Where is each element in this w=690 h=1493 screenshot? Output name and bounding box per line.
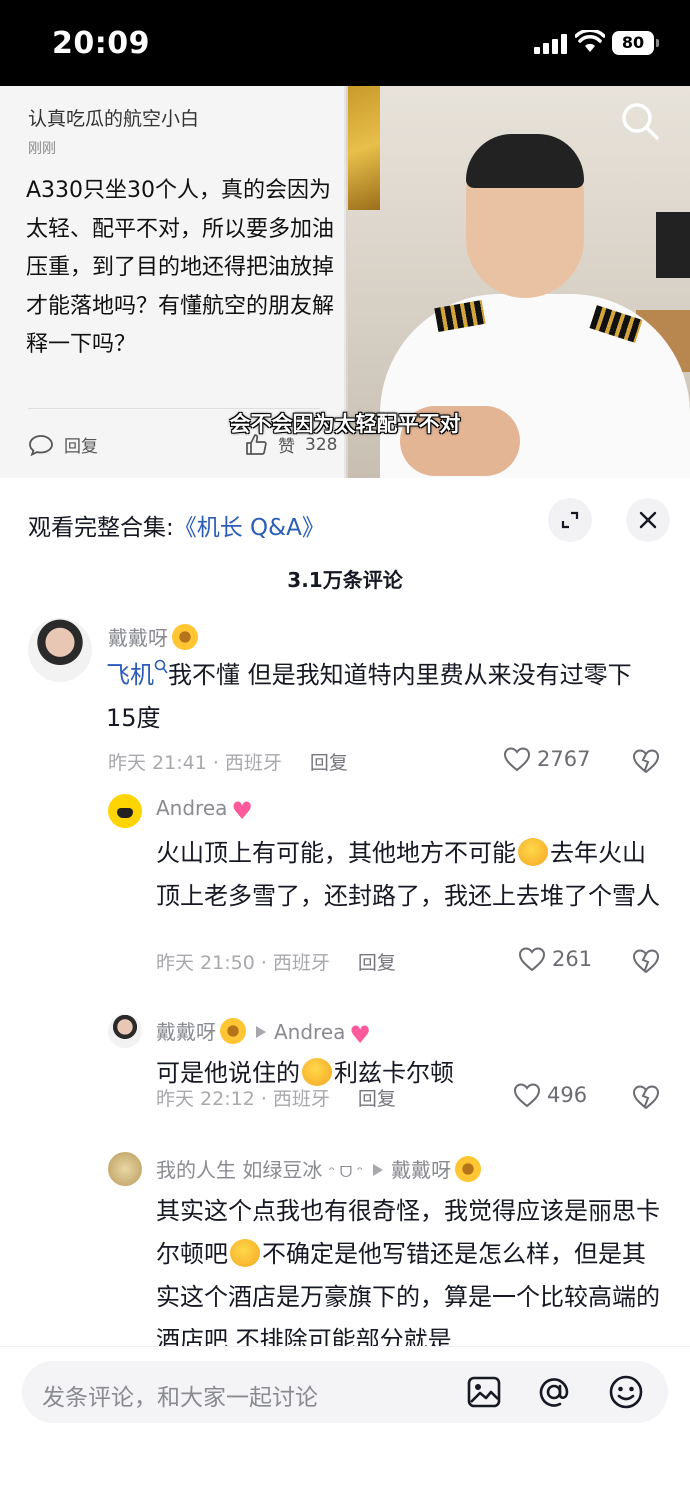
background-tv	[656, 212, 690, 278]
reply-item: 我的人生 如绿豆冰 ᵔ ᗜ ᵔ 戴戴呀 其实这个点我也有很奇怪，我觉得应该是丽思卡…	[0, 1150, 690, 1346]
comment-input-placeholder: 发条评论，和大家一起讨论	[42, 1385, 318, 1411]
collection-prefix: 观看完整合集:	[28, 515, 174, 541]
wall-painting	[348, 86, 380, 210]
close-icon	[639, 511, 657, 529]
comment-body-part1: 可是他说住的	[156, 1059, 300, 1087]
laughing-crying-emoji-icon	[518, 838, 548, 866]
close-button[interactable]	[626, 498, 670, 542]
like-button[interactable]: 496	[513, 1082, 587, 1108]
username-suffix: ᵔ ᗜ ᵔ	[328, 1163, 364, 1181]
reply-item: Andrea ♥ 火山顶上有可能，其他地方不可能 去年火山顶上老多雪了，还封路了，我…	[0, 794, 690, 1004]
search-icon	[154, 659, 168, 674]
username-text: 戴戴呀	[108, 626, 168, 650]
like-button[interactable]: 261	[518, 946, 592, 972]
search-keyword-link[interactable]: 飞机	[106, 659, 168, 689]
comment-time-location: 昨天 21:41 · 西班牙	[108, 752, 282, 774]
username-text: Andrea	[156, 796, 228, 820]
username-text: 戴戴呀	[156, 1020, 216, 1044]
battery-indicator: 80	[612, 31, 659, 55]
comment-username[interactable]: 戴戴呀 Andrea ♥	[156, 1016, 377, 1047]
emoji-face-icon[interactable]	[608, 1374, 644, 1410]
collection-title-link[interactable]: 《机长 Q&A》	[174, 515, 325, 541]
card-question-text: A330只坐30个人，真的会因为太轻、配平不对，所以要多加油压重，到了目的地还得…	[26, 178, 335, 357]
comment-body: 我不懂 但是我知道特内里费从来没有过零下15度	[106, 661, 632, 732]
comments-sheet: 观看完整合集:《机长 Q&A》 3.1万条评论 戴戴呀 飞机 我不懂 但是我知道特…	[0, 478, 690, 1493]
reply-button[interactable]: 回复	[358, 952, 396, 974]
comment-time-location: 昨天 22:12 · 西班牙	[156, 1088, 330, 1110]
card-timestamp: 刚刚	[28, 141, 56, 157]
avatar[interactable]	[28, 618, 92, 682]
like-count: 496	[547, 1083, 588, 1107]
reply-arrow-icon	[256, 1026, 266, 1038]
flower-emoji-icon	[455, 1156, 482, 1182]
like-button[interactable]: 2767	[503, 746, 590, 772]
comment-input[interactable]: 发条评论，和大家一起讨论	[22, 1361, 668, 1423]
comment-text: 其实这个点我也有很奇怪，我觉得应该是丽思卡尔顿吧 不确定是他写错还是怎么样，但是其…	[156, 1190, 662, 1346]
expand-button[interactable]	[548, 498, 592, 542]
avatar[interactable]	[108, 1152, 142, 1186]
broken-heart-icon[interactable]	[632, 748, 660, 774]
collection-link[interactable]: 观看完整合集:《机长 Q&A》	[28, 508, 325, 542]
cellular-signal-icon	[534, 34, 568, 54]
image-icon[interactable]	[466, 1374, 502, 1410]
reply-to-username: Andrea	[274, 1020, 346, 1044]
status-time: 20:09	[52, 26, 150, 61]
expand-icon	[561, 511, 579, 529]
flower-emoji-icon	[220, 1018, 246, 1044]
comment-username[interactable]: 我的人生 如绿豆冰 ᵔ ᗜ ᵔ 戴戴呀	[156, 1154, 482, 1183]
sparkling-heart-icon: ♥	[349, 1021, 371, 1049]
card-username: 认真吃瓜的航空小白	[28, 108, 200, 130]
comment-meta: 昨天 21:41 · 西班牙 回复	[108, 748, 348, 775]
comment-body-part1: 火山顶上有可能，其他地方不可能	[156, 839, 516, 867]
sparkling-heart-icon: ♥	[231, 797, 253, 825]
comment-text: 火山顶上有可能，其他地方不可能 去年火山顶上老多雪了，还封路了，我还上去堆了个雪人	[156, 832, 662, 918]
comment-count: 3.1万条评论	[287, 568, 403, 592]
reply-arrow-icon	[373, 1164, 384, 1176]
flower-emoji-icon	[172, 624, 198, 650]
thinking-face-emoji-icon	[302, 1058, 332, 1086]
reply-button[interactable]: 回复	[358, 1088, 396, 1110]
wifi-icon	[575, 30, 605, 52]
video-player[interactable]: 认真吃瓜的航空小白 刚刚 A330只坐30个人，真的会因为太轻、配平不对，所以要…	[0, 86, 690, 478]
comment-username[interactable]: 戴戴呀	[108, 622, 198, 651]
like-count: 261	[552, 947, 593, 971]
comment-time-location: 昨天 21:50 · 西班牙	[156, 952, 330, 974]
search-keyword-text: 飞机	[106, 661, 154, 689]
search-icon[interactable]	[620, 101, 660, 141]
comment-text: 飞机 我不懂 但是我知道特内里费从来没有过零下15度	[106, 654, 662, 740]
cat-face-icon	[117, 808, 133, 818]
comment-meta: 昨天 22:12 · 西班牙 回复	[156, 1084, 396, 1111]
like-count: 2767	[537, 747, 591, 771]
comment-meta: 昨天 21:50 · 西班牙 回复	[156, 948, 396, 975]
status-bar: 20:09 80	[0, 0, 690, 86]
comment-username[interactable]: Andrea ♥	[156, 796, 259, 823]
reply-to-username: 戴戴呀	[391, 1158, 452, 1182]
comment-body-part2: 利兹卡尔顿	[334, 1059, 454, 1087]
laughing-crying-emoji-icon	[230, 1239, 260, 1267]
reply-button[interactable]: 回复	[310, 752, 348, 774]
broken-heart-icon[interactable]	[632, 1084, 660, 1110]
heart-icon	[518, 947, 546, 972]
video-subtitle: 会不会因为太轻配平不对	[229, 412, 461, 436]
avatar[interactable]	[108, 1014, 142, 1048]
comment-item: 戴戴呀 飞机 我不懂 但是我知道特内里费从来没有过零下15度 昨天 21:41 ·…	[0, 618, 690, 788]
broken-heart-icon[interactable]	[632, 948, 660, 974]
comment-input-bar: 发条评论，和大家一起讨论	[0, 1346, 690, 1493]
username-text: 我的人生 如绿豆冰	[156, 1158, 323, 1182]
avatar[interactable]	[108, 794, 142, 828]
heart-icon	[513, 1083, 541, 1108]
reply-item: 戴戴呀 Andrea ♥ 可是他说住的 利兹卡尔顿 昨天 22:12 · 西班牙 回复 …	[0, 1014, 690, 1144]
mention-icon[interactable]	[536, 1374, 572, 1410]
heart-icon	[503, 747, 531, 772]
